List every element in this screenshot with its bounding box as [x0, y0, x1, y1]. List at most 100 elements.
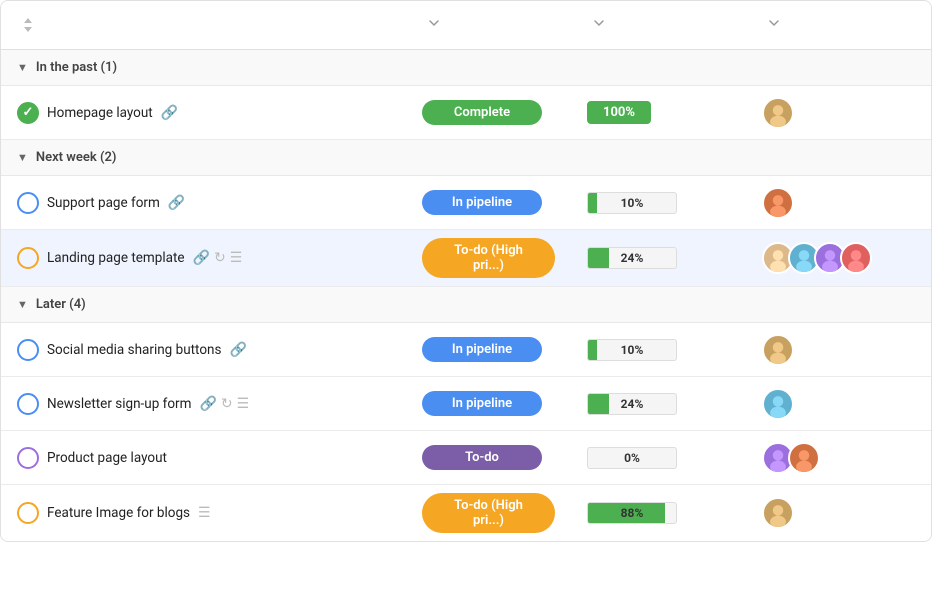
- stage-cell: To-do: [406, 437, 571, 478]
- stage-badge-todo-high: To-do (High pri...): [422, 493, 555, 533]
- avatar-group: [762, 442, 820, 474]
- task-name[interactable]: Landing page template: [47, 250, 185, 266]
- sort-icon: [23, 18, 33, 32]
- task-name[interactable]: Feature Image for blogs: [47, 505, 190, 521]
- stage-badge-complete-badge: Complete: [422, 100, 542, 125]
- repeat-icon: ↻: [214, 250, 226, 266]
- task-name-cell: Landing page template 🔗↻☰: [1, 239, 406, 277]
- avatar-group: [762, 388, 794, 420]
- stage-dropdown-icon: [428, 17, 440, 33]
- task-icon-group: ☰: [198, 505, 211, 521]
- group-header-next-week: ▼ Next week (2): [1, 140, 931, 176]
- list-icon: ☰: [198, 505, 211, 521]
- stage-cell: To-do (High pri...): [406, 485, 571, 541]
- task-name[interactable]: Social media sharing buttons: [47, 342, 221, 358]
- stage-badge-todo: To-do: [422, 445, 542, 470]
- task-name-cell: Social media sharing buttons 🔗: [1, 331, 406, 369]
- assigned-cell: [746, 89, 932, 137]
- stage-badge-pipeline: In pipeline: [422, 391, 542, 416]
- task-name-cell: Newsletter sign-up form 🔗 ↻☰: [1, 385, 406, 423]
- progress-cell: 0%: [571, 439, 746, 477]
- progress-dropdown-icon: [593, 17, 605, 33]
- task-table: ▼ In the past (1) Homepage layout 🔗 Comp…: [0, 0, 932, 542]
- assigned-cell: [746, 489, 932, 537]
- progress-bar: 10%: [587, 339, 677, 361]
- link-icon: 🔗: [229, 342, 246, 358]
- progress-cell: 10%: [571, 331, 746, 369]
- progress-bar: 24%: [587, 247, 677, 269]
- task-row: Newsletter sign-up form 🔗↻☰ In pipeline …: [1, 377, 931, 431]
- progress-cell: 100%: [571, 93, 746, 132]
- stage-badge-pipeline: In pipeline: [422, 337, 542, 362]
- col-stage[interactable]: [406, 11, 571, 39]
- task-name[interactable]: Homepage layout: [47, 105, 153, 121]
- stage-badge-pipeline: In pipeline: [422, 190, 542, 215]
- group-chevron-next-week[interactable]: ▼: [17, 151, 28, 164]
- progress-bar: 0%: [587, 447, 677, 469]
- group-header-past: ▼ In the past (1): [1, 50, 931, 86]
- assigned-dropdown-icon: [768, 17, 780, 33]
- link-icon: 🔗: [161, 105, 178, 121]
- assigned-cell: [746, 234, 932, 282]
- progress-bar: 10%: [587, 192, 677, 214]
- link-icon: 🔗: [168, 195, 185, 211]
- task-name[interactable]: Product page layout: [47, 450, 167, 466]
- group-chevron-later[interactable]: ▼: [17, 298, 28, 311]
- stage-cell: In pipeline: [406, 182, 571, 223]
- progress-cell: 10%: [571, 184, 746, 222]
- progress-full: 100%: [587, 101, 651, 124]
- status-orange-icon: [17, 247, 39, 269]
- task-icon-group: 🔗: [168, 195, 185, 211]
- progress-text: 10%: [588, 343, 676, 357]
- task-name[interactable]: Newsletter sign-up form: [47, 396, 191, 412]
- avatar-group: [762, 187, 794, 219]
- task-icon-group: 🔗↻☰: [193, 250, 243, 266]
- progress-cell: 24%: [571, 385, 746, 423]
- progress-cell: 24%: [571, 239, 746, 277]
- group-header-later: ▼ Later (4): [1, 287, 931, 323]
- status-complete-icon: [17, 102, 39, 124]
- task-row: Landing page template 🔗↻☰ To-do (High pr…: [1, 230, 931, 287]
- status-blue-icon: [17, 192, 39, 214]
- progress-text: 0%: [588, 451, 676, 465]
- task-row: Homepage layout 🔗 Complete 100%: [1, 86, 931, 140]
- progress-bar: 24%: [587, 393, 677, 415]
- link-icon: 🔗: [199, 396, 216, 412]
- col-progress[interactable]: [571, 11, 746, 39]
- list-icon: ☰: [237, 396, 250, 412]
- task-row: Feature Image for blogs ☰ To-do (High pr…: [1, 485, 931, 541]
- assigned-cell: [746, 179, 932, 227]
- assigned-cell: [746, 326, 932, 374]
- repeat-icon: ↻: [221, 396, 233, 412]
- avatar-group: [762, 97, 794, 129]
- task-icon-group: 🔗: [229, 342, 246, 358]
- table-header: [1, 1, 931, 50]
- progress-text: 10%: [588, 196, 676, 210]
- task-row: Product page layout To-do 0%: [1, 431, 931, 485]
- groups-container: ▼ In the past (1) Homepage layout 🔗 Comp…: [1, 50, 931, 541]
- group-label-past: In the past (1): [36, 60, 117, 75]
- task-name-cell: Homepage layout 🔗: [1, 94, 406, 132]
- group-chevron-past[interactable]: ▼: [17, 61, 28, 74]
- assigned-cell: [746, 434, 932, 482]
- task-name[interactable]: Support page form: [47, 195, 160, 211]
- group-label-later: Later (4): [36, 297, 86, 312]
- stage-cell: In pipeline: [406, 329, 571, 370]
- avatar-group: [762, 242, 872, 274]
- status-blue-icon: [17, 393, 39, 415]
- task-icon-group: 🔗 ↻☰: [199, 396, 249, 412]
- task-icon-group: 🔗: [161, 105, 178, 121]
- list-icon: ☰: [230, 250, 243, 266]
- col-assigned[interactable]: [746, 11, 932, 39]
- progress-text: 88%: [588, 506, 676, 520]
- task-name-cell: Feature Image for blogs ☰: [1, 494, 406, 532]
- task-name-cell: Support page form 🔗: [1, 184, 406, 222]
- link-icon: 🔗: [193, 250, 210, 266]
- stage-cell: Complete: [406, 92, 571, 133]
- assigned-cell: [746, 380, 932, 428]
- stage-badge-todo-high: To-do (High pri...): [422, 238, 555, 278]
- col-task-title[interactable]: [1, 11, 406, 39]
- avatar-group: [762, 497, 794, 529]
- progress-bar: 88%: [587, 502, 677, 524]
- progress-cell: 88%: [571, 494, 746, 532]
